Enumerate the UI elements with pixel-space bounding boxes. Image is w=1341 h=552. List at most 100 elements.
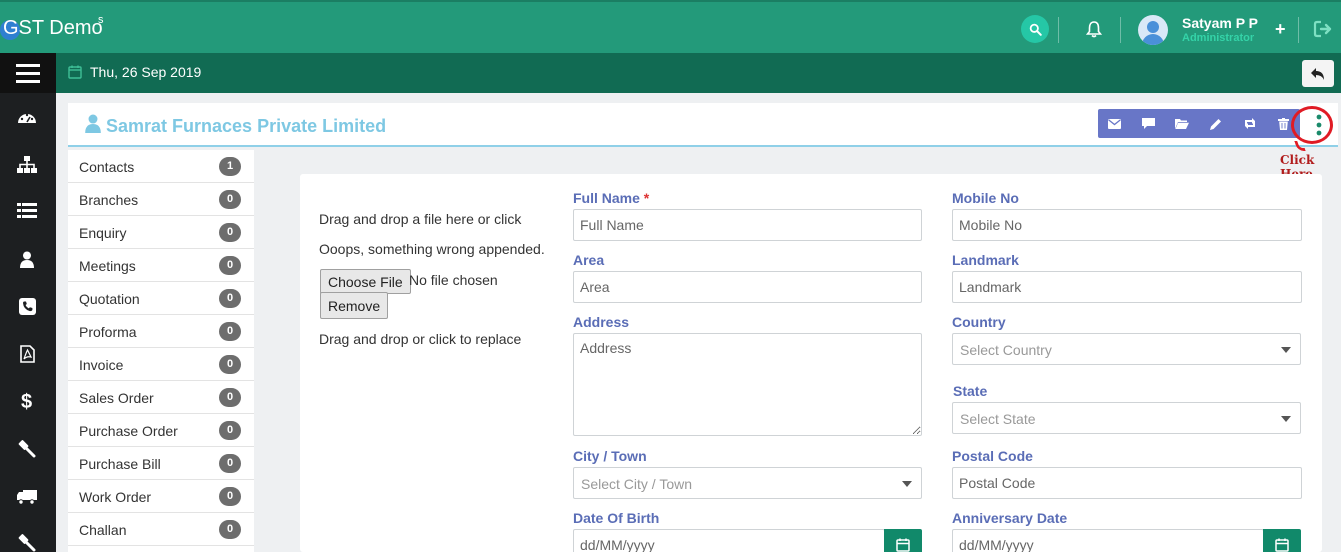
menu-line xyxy=(16,79,40,83)
list-item[interactable]: Invoice 0 xyxy=(68,348,254,381)
module-label: Challan xyxy=(79,522,127,538)
date-bar: Thu, 26 Sep 2019 xyxy=(0,53,1341,93)
dob-label: Date Of Birth xyxy=(573,510,660,526)
dropzone-error: Ooops, something wrong appended. xyxy=(319,241,545,257)
sitemap-icon xyxy=(17,156,37,173)
phone-icon xyxy=(18,297,36,315)
gavel-icon xyxy=(18,440,36,458)
svg-text:$: $ xyxy=(21,391,32,412)
reply-icon xyxy=(1311,67,1324,80)
current-date: Thu, 26 Sep 2019 xyxy=(68,64,201,80)
state-select-value: Select State xyxy=(960,411,1036,427)
count-badge: 0 xyxy=(219,388,241,407)
count-badge: 0 xyxy=(219,520,241,539)
sidebar-item-tools[interactable] xyxy=(16,531,38,552)
list-item[interactable]: Quotation 0 xyxy=(68,282,254,315)
back-button[interactable] xyxy=(1302,60,1334,87)
module-label: Branches xyxy=(79,192,139,208)
brand-superscript: s xyxy=(98,14,104,26)
address-label: Address xyxy=(573,314,630,330)
list-item[interactable]: Meetings 0 xyxy=(68,249,254,282)
contact-form-panel: Drag and drop a file here or click Ooops… xyxy=(300,174,1322,552)
brand[interactable]: GST Demo s xyxy=(0,6,104,50)
header-divider xyxy=(1120,17,1121,43)
count-badge: 0 xyxy=(219,322,241,341)
header-divider xyxy=(1058,17,1059,43)
list-item[interactable]: Contacts 1 xyxy=(68,150,254,183)
area-input[interactable] xyxy=(573,271,922,303)
comment-button[interactable] xyxy=(1132,109,1166,138)
email-button[interactable] xyxy=(1098,109,1132,138)
chevron-down-icon xyxy=(1281,416,1291,422)
list-item[interactable]: Work Order 0 xyxy=(68,480,254,513)
city-label: City / Town xyxy=(573,448,647,464)
click-here-highlight xyxy=(1291,106,1333,144)
convert-button[interactable] xyxy=(1233,109,1267,138)
module-label: Purchase Bill xyxy=(79,456,161,472)
state-select[interactable]: Select State xyxy=(952,402,1301,434)
list-item[interactable]: Purchase Order 0 xyxy=(68,414,254,447)
bell-icon xyxy=(1086,21,1102,38)
notifications-button[interactable] xyxy=(1084,18,1104,40)
anniversary-calendar-button[interactable] xyxy=(1263,529,1301,552)
sidebar-item-list[interactable] xyxy=(16,200,38,222)
sidebar-item-accounts[interactable]: $ xyxy=(16,390,38,412)
sidebar-item-contacts[interactable] xyxy=(16,248,38,270)
sidebar-item-pdf[interactable] xyxy=(16,343,38,365)
dob-input[interactable] xyxy=(573,529,885,552)
calendar-icon xyxy=(1275,538,1289,552)
truck-icon xyxy=(17,490,37,505)
list-item[interactable]: Proforma 0 xyxy=(68,315,254,348)
add-button[interactable]: + xyxy=(1275,19,1286,40)
date-text: Thu, 26 Sep 2019 xyxy=(90,64,202,80)
hamburger-menu-button[interactable] xyxy=(0,53,56,93)
hammer-icon xyxy=(18,534,36,552)
list-icon xyxy=(17,203,37,218)
list-item[interactable]: Enquiry 0 xyxy=(68,216,254,249)
chevron-down-icon xyxy=(902,481,912,487)
list-item[interactable]: Challan 0 xyxy=(68,513,254,546)
avatar[interactable] xyxy=(1138,15,1168,45)
calendar-icon xyxy=(68,65,82,79)
module-label: Enquiry xyxy=(79,225,127,241)
sidebar-item-delivery[interactable] xyxy=(16,486,38,508)
choose-file-button[interactable]: Choose File xyxy=(320,269,411,294)
address-textarea[interactable] xyxy=(573,333,922,436)
mobile-input[interactable] xyxy=(952,209,1302,241)
count-badge: 0 xyxy=(219,223,241,242)
anniversary-input[interactable] xyxy=(952,529,1264,552)
sidebar-item-dashboard[interactable] xyxy=(16,106,38,128)
module-label: Meetings xyxy=(79,258,136,274)
sidebar-item-legal[interactable] xyxy=(16,437,38,459)
logout-button[interactable] xyxy=(1313,19,1333,39)
sidebar-item-calls[interactable] xyxy=(16,295,38,317)
state-label: State xyxy=(953,383,988,399)
landmark-input[interactable] xyxy=(952,271,1302,303)
count-badge: 0 xyxy=(219,454,241,473)
company-name: Samrat Furnaces Private Limited xyxy=(106,116,387,136)
sidebar: $ xyxy=(0,93,56,552)
postal-code-input[interactable] xyxy=(952,467,1302,499)
company-header: Samrat Furnaces Private Limited xyxy=(68,103,1338,147)
documents-button[interactable] xyxy=(1165,109,1199,138)
full-name-input[interactable] xyxy=(573,209,922,241)
search-button[interactable] xyxy=(1021,15,1049,43)
user-name[interactable]: Satyam P P xyxy=(1182,15,1258,31)
count-badge: 0 xyxy=(219,289,241,308)
module-label: Quotation xyxy=(79,291,140,307)
user-icon xyxy=(85,114,101,133)
dob-calendar-button[interactable] xyxy=(884,529,922,552)
edit-button[interactable] xyxy=(1199,109,1233,138)
list-item[interactable]: Purchase Bill 0 xyxy=(68,447,254,480)
dropzone-text[interactable]: Drag and drop a file here or click xyxy=(319,211,521,227)
sidebar-item-branches[interactable] xyxy=(16,154,38,176)
remove-button[interactable]: Remove xyxy=(320,292,389,319)
module-label: Work Order xyxy=(79,489,152,505)
required-marker: * xyxy=(643,190,650,206)
user-icon xyxy=(20,251,34,268)
pencil-icon xyxy=(1209,118,1221,130)
country-select[interactable]: Select Country xyxy=(952,333,1301,365)
city-select[interactable]: Select City / Town xyxy=(573,467,922,499)
list-item[interactable]: Sales Order 0 xyxy=(68,381,254,414)
list-item[interactable]: Branches 0 xyxy=(68,183,254,216)
